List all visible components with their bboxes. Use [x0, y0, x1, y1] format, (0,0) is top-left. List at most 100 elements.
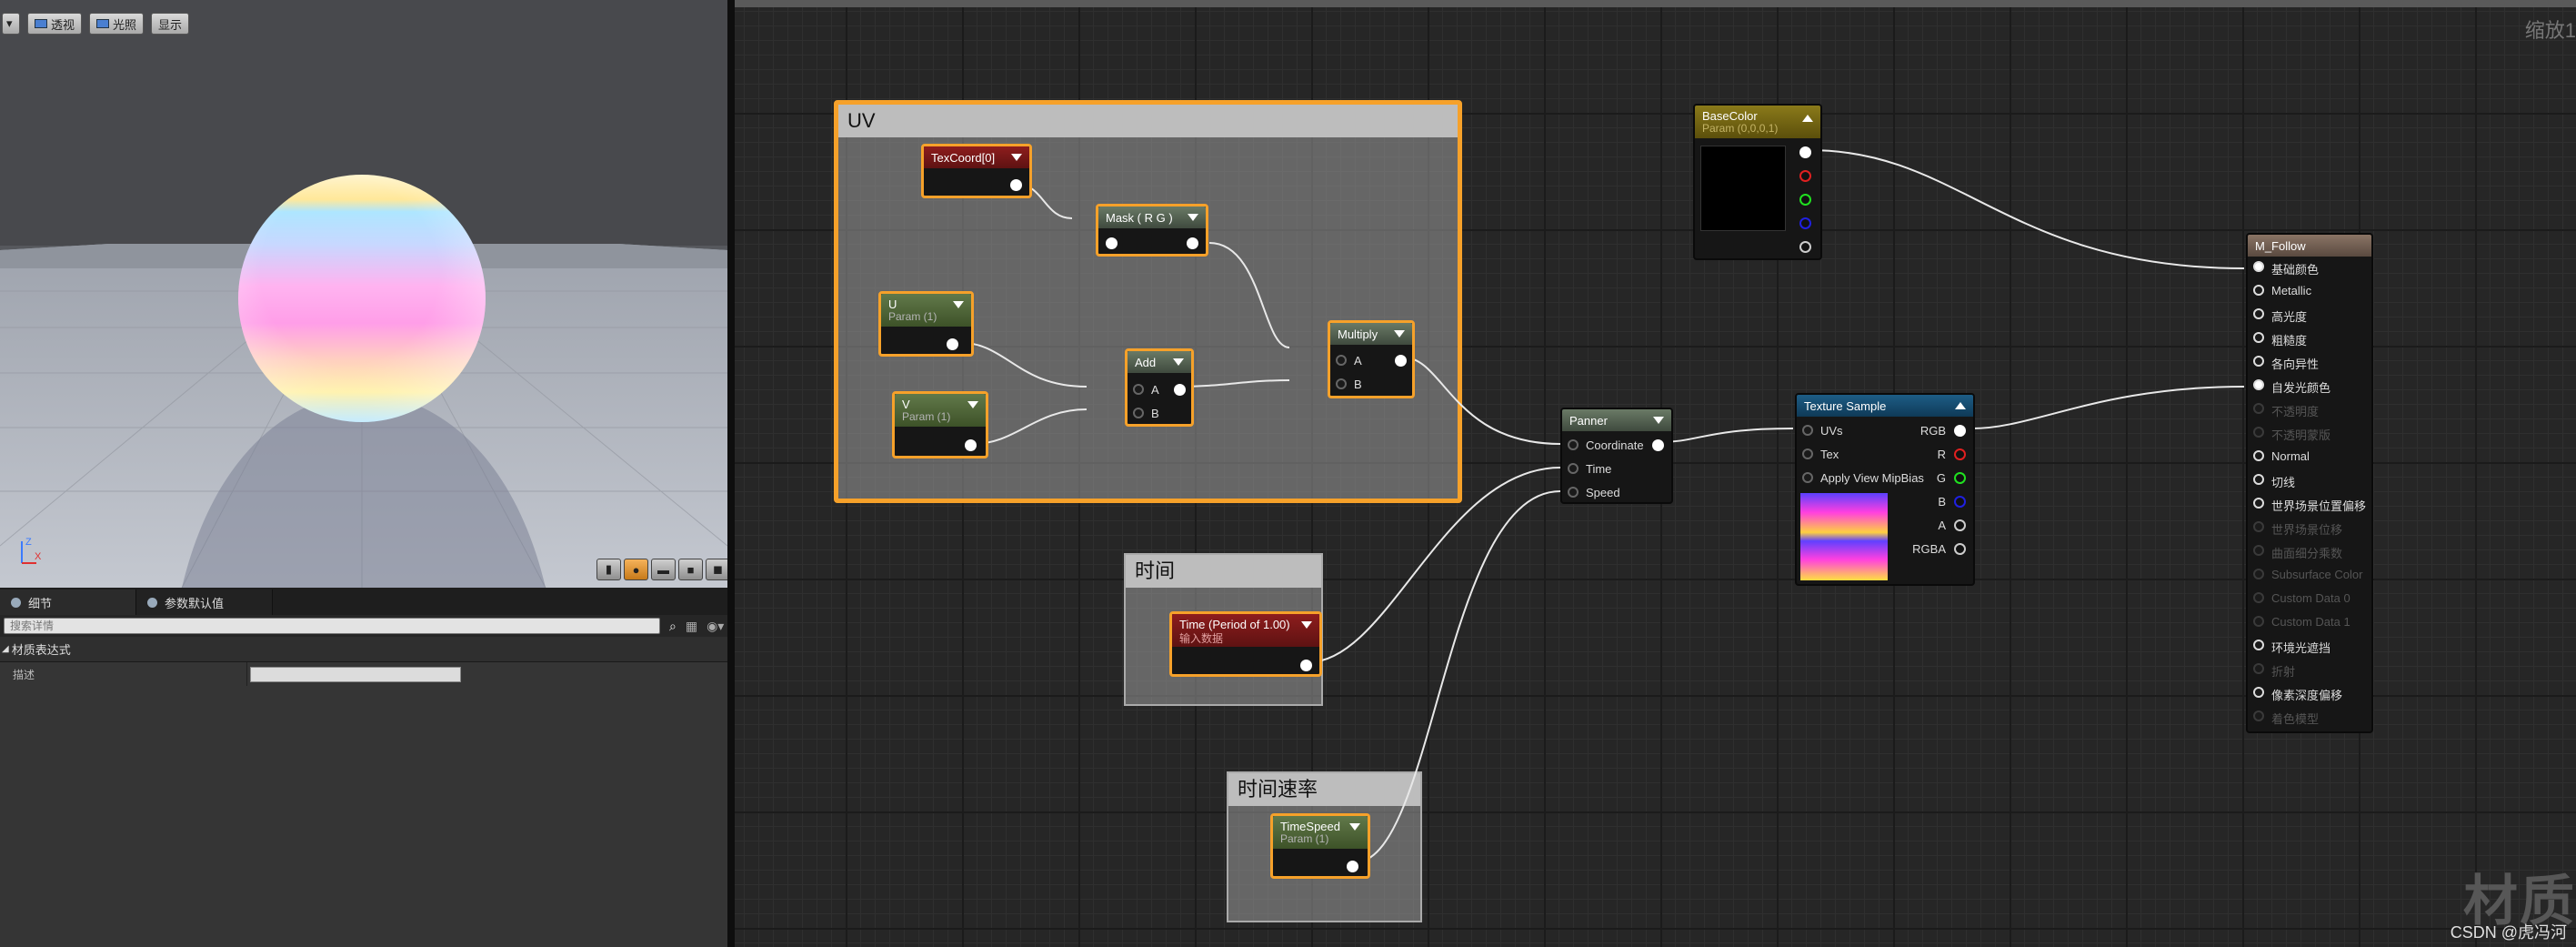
node-texture-output-rgb[interactable]	[1954, 425, 1966, 437]
result-pin[interactable]	[2253, 663, 2264, 674]
result-pin[interactable]	[2253, 545, 2264, 556]
node-multiply-output-pin[interactable]	[1395, 355, 1407, 367]
cube-preview-button[interactable]: ■	[678, 559, 703, 580]
result-pin[interactable]	[2253, 616, 2264, 627]
result-pin[interactable]	[2253, 356, 2264, 367]
node-texture-rgb-label: RGB	[1919, 424, 1946, 438]
viewport-options-dropdown[interactable]: ▾	[2, 13, 20, 35]
lit-button[interactable]: 光照	[89, 13, 145, 35]
node-timespeed-output-pin[interactable]	[1347, 861, 1358, 872]
node-mask-output-pin[interactable]	[1187, 237, 1198, 249]
node-panner-pin-coordinate[interactable]	[1568, 439, 1579, 450]
result-pin-label: 着色模型	[2271, 712, 2320, 726]
node-texture-output-rgba[interactable]	[1954, 543, 1966, 555]
node-param-u[interactable]: U Param (1)	[878, 291, 974, 357]
node-add-pin-a[interactable]	[1133, 384, 1144, 395]
node-texcoord-output-pin[interactable]	[1010, 179, 1022, 191]
teapot-preview-button[interactable]: ◼	[706, 559, 727, 580]
node-mask-input-pin[interactable]	[1106, 237, 1118, 249]
node-multiply-pin-b[interactable]	[1336, 378, 1347, 389]
node-basecolor-output-r[interactable]	[1799, 170, 1811, 182]
result-pin[interactable]	[2253, 710, 2264, 721]
collapse-icon[interactable]	[953, 301, 964, 308]
eye-visibility-icon[interactable]: ◉▾	[707, 619, 724, 634]
node-param-u-output-pin[interactable]	[947, 338, 958, 350]
node-basecolor-output-b[interactable]	[1799, 217, 1811, 229]
cylinder-preview-button[interactable]: ▮	[596, 559, 621, 580]
node-panner-pin-time[interactable]	[1568, 463, 1579, 474]
result-pin[interactable]	[2253, 640, 2264, 650]
result-pin[interactable]	[2253, 569, 2264, 579]
node-texture-output-b[interactable]	[1954, 496, 1966, 508]
plane-preview-button[interactable]: ▬	[651, 559, 676, 580]
node-timespeed[interactable]: TimeSpeed Param (1)	[1270, 813, 1370, 879]
result-pin[interactable]	[2253, 379, 2264, 390]
result-pin[interactable]	[2253, 521, 2264, 532]
node-basecolor-title: BaseColor	[1702, 109, 1758, 123]
show-button[interactable]: 显示	[151, 13, 190, 35]
search-icon[interactable]: ⌕	[669, 619, 677, 634]
grid-view-icon[interactable]: ▦	[686, 619, 697, 634]
node-basecolor-output-a[interactable]	[1799, 241, 1811, 253]
node-time[interactable]: Time (Period of 1.00) 输入数据	[1169, 611, 1322, 677]
result-pin[interactable]	[2253, 285, 2264, 296]
node-add[interactable]: Add A B	[1125, 348, 1194, 427]
result-pin-label: 不透明蒙版	[2271, 428, 2331, 442]
category-header[interactable]: ◢ 材质表达式	[0, 637, 727, 662]
tab-details[interactable]: 细节	[0, 589, 136, 615]
node-texcoord[interactable]: TexCoord[0]	[921, 144, 1032, 198]
result-pin[interactable]	[2253, 332, 2264, 343]
node-texture-output-r[interactable]	[1954, 448, 1966, 460]
result-pin-label: Subsurface Color	[2271, 568, 2363, 581]
result-pin[interactable]	[2253, 498, 2264, 509]
node-material-result[interactable]: M_Follow 基础颜色 Metallic 高光度 粗糙度 各向异性 自发光颜色 不透明度…	[2246, 233, 2373, 733]
result-pin[interactable]	[2253, 427, 2264, 438]
material-preview-viewport[interactable]: ▾ 透视 光照 显示 Z X ▮ ● ▬ ■ ◼	[0, 0, 727, 588]
node-panner-pin-speed[interactable]	[1568, 487, 1579, 498]
node-panner[interactable]: Panner Coordinate Time Speed	[1560, 408, 1673, 504]
perspective-button[interactable]: 透视	[27, 13, 83, 35]
node-texture-output-a[interactable]	[1954, 519, 1966, 531]
material-graph-canvas[interactable]: UV 时间 时间速率 TexCoord[0] Mask ( R G ) U Pa…	[735, 0, 2576, 947]
collapse-icon[interactable]	[1955, 402, 1966, 409]
result-pin[interactable]	[2253, 308, 2264, 319]
collapse-icon[interactable]	[1173, 358, 1184, 366]
result-pin[interactable]	[2253, 592, 2264, 603]
collapse-icon[interactable]	[1188, 214, 1198, 221]
result-pin[interactable]	[2253, 474, 2264, 485]
node-texture-output-g[interactable]	[1954, 472, 1966, 484]
collapse-icon[interactable]	[1349, 823, 1360, 831]
node-mask[interactable]: Mask ( R G )	[1096, 204, 1208, 257]
result-pin[interactable]	[2253, 403, 2264, 414]
description-input[interactable]	[250, 666, 461, 682]
node-basecolor-output-rgba[interactable]	[1799, 146, 1811, 158]
collapse-icon[interactable]	[1011, 154, 1022, 161]
node-basecolor-output-g[interactable]	[1799, 194, 1811, 206]
result-pin[interactable]	[2253, 450, 2264, 461]
node-panner-output-pin[interactable]	[1652, 439, 1664, 451]
cylinder-icon: ▮	[605, 562, 613, 576]
result-pin[interactable]	[2253, 261, 2264, 272]
collapse-icon[interactable]	[1394, 330, 1405, 337]
node-texture-pin-uvs[interactable]	[1802, 425, 1813, 436]
node-time-output-pin[interactable]	[1300, 660, 1312, 671]
node-texture-pin-tex[interactable]	[1802, 448, 1813, 459]
details-search-input[interactable]: 搜索详情	[4, 618, 660, 634]
node-add-pin-b[interactable]	[1133, 408, 1144, 418]
node-multiply[interactable]: Multiply A B	[1328, 320, 1415, 398]
node-basecolor[interactable]: BaseColor Param (0,0,0,1)	[1693, 104, 1822, 260]
sphere-preview-button[interactable]: ●	[624, 559, 648, 580]
collapse-icon[interactable]	[1301, 621, 1312, 629]
node-multiply-pin-a[interactable]	[1336, 355, 1347, 366]
tab-parameter-defaults[interactable]: 参数默认值	[136, 589, 273, 615]
result-pin[interactable]	[2253, 687, 2264, 698]
node-texture-sample[interactable]: Texture Sample UVs Tex Apply View MipBia…	[1795, 393, 1975, 586]
node-texture-pin-mipbias[interactable]	[1802, 472, 1813, 483]
node-param-v[interactable]: V Param (1)	[892, 391, 988, 458]
panel-splitter[interactable]	[727, 0, 735, 947]
collapse-icon[interactable]	[1653, 417, 1664, 424]
node-param-v-output-pin[interactable]	[965, 439, 977, 451]
collapse-icon[interactable]	[967, 401, 978, 408]
collapse-icon[interactable]	[1802, 115, 1813, 122]
node-add-output-pin[interactable]	[1174, 384, 1186, 396]
